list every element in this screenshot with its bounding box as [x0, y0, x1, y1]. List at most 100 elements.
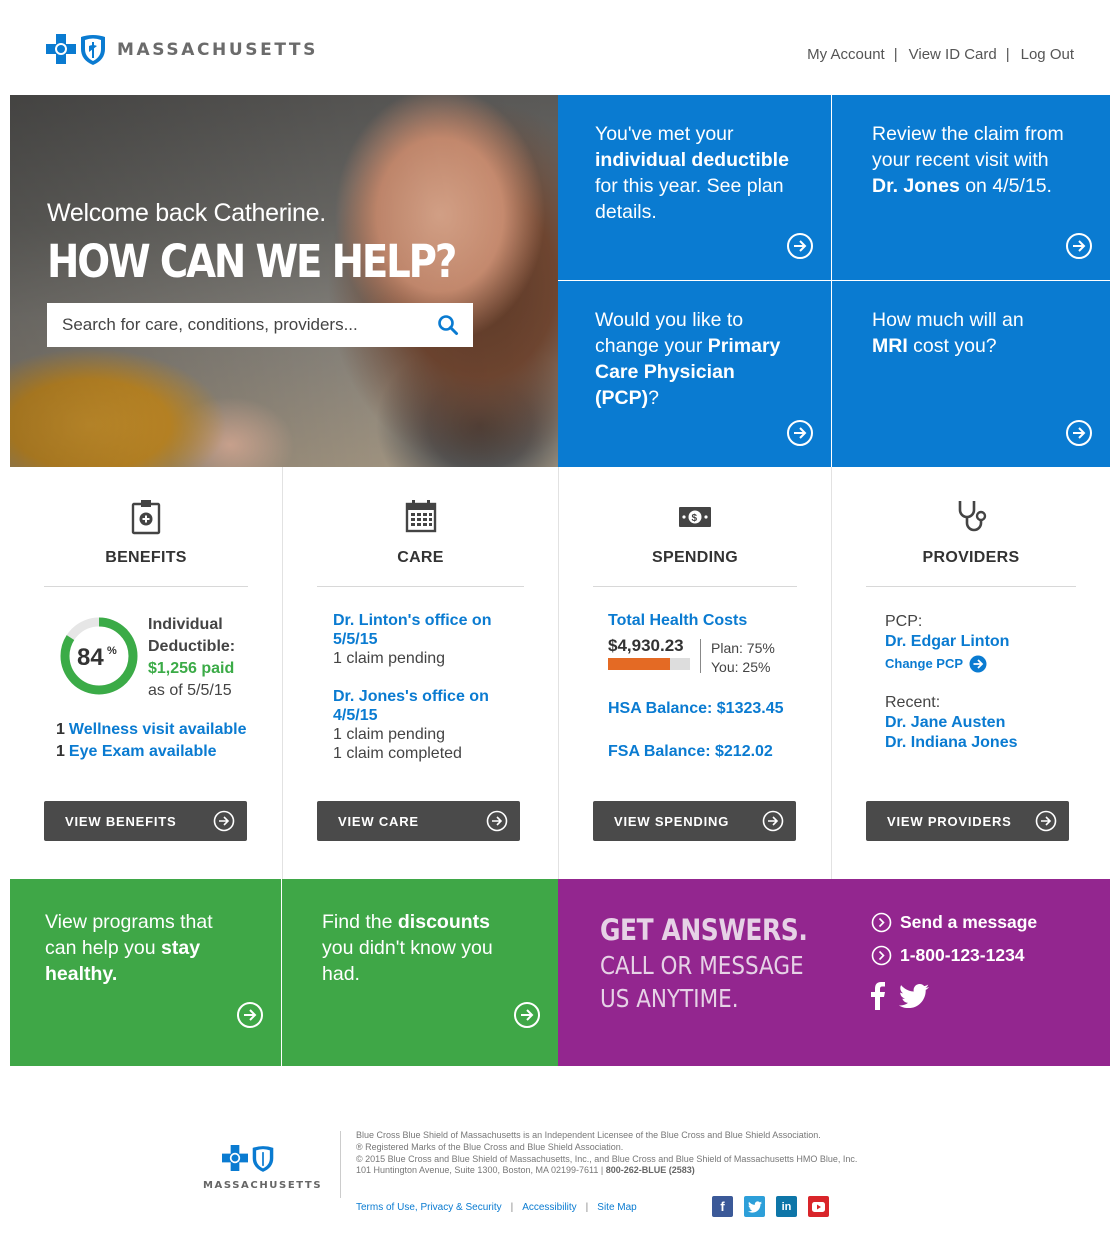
arrow-circle-icon[interactable]	[786, 419, 814, 447]
site-map-link[interactable]: Site Map	[597, 1202, 636, 1213]
search-icon[interactable]	[437, 314, 459, 336]
arrow-circle-icon[interactable]	[786, 232, 814, 260]
twitter-icon[interactable]	[744, 1196, 765, 1217]
available-services: 1 Wellness visit available 1 Eye Exam avai…	[56, 719, 246, 763]
nav-separator: |	[893, 46, 898, 63]
divider	[700, 639, 701, 673]
percent-sign: %	[107, 645, 117, 657]
view-spending-button[interactable]: VIEW SPENDING	[593, 801, 796, 841]
deductible-tile[interactable]: You've met your individual deductible fo…	[558, 95, 831, 280]
my-account-link[interactable]: My Account	[807, 46, 885, 63]
youtube-icon[interactable]	[808, 1196, 829, 1217]
recent-provider-link[interactable]: Dr. Jane Austen	[885, 713, 1017, 733]
fsa-balance-link[interactable]: FSA Balance: $212.02	[608, 743, 773, 761]
care-office-date[interactable]: 4/5/15	[333, 706, 491, 725]
care-office-date[interactable]: 5/5/15	[333, 630, 491, 649]
deductible-progress-ring: 84 %	[60, 617, 138, 695]
tile-bold-text: MRI	[872, 335, 908, 357]
total-health-costs-link[interactable]: Total Health Costs	[608, 612, 747, 630]
bcbs-logo[interactable]: MASSACHUSETTS	[46, 34, 318, 66]
send-message-link[interactable]: Send a message	[871, 912, 1037, 933]
twitter-icon[interactable]	[899, 984, 929, 1008]
healthy-programs-tile[interactable]: View programs that can help you stay hea…	[10, 879, 281, 1066]
arrow-circle-icon[interactable]	[236, 1001, 264, 1029]
deductible-paid: $1,256 paid	[148, 660, 235, 677]
facebook-icon[interactable]: f	[712, 1196, 733, 1217]
top-nav: My Account | View ID Card | Log Out	[807, 46, 1074, 63]
linkedin-icon[interactable]: in	[776, 1196, 797, 1217]
tile-text: for this year. See plan details.	[595, 175, 784, 223]
tile-bold-text: Dr. Jones	[872, 175, 960, 197]
search-input[interactable]	[47, 315, 417, 335]
footer-social-links: f in	[712, 1196, 829, 1217]
care-office-link[interactable]: Dr. Linton's office on	[333, 611, 491, 630]
clipboard-medical-icon	[131, 500, 161, 535]
blue-cross-icon	[46, 34, 76, 64]
blue-cross-icon	[221, 1145, 248, 1171]
review-claim-tile[interactable]: Review the claim from your recent visit …	[832, 95, 1110, 280]
discounts-tile[interactable]: Find the discounts you didn't know you h…	[282, 879, 558, 1066]
footer-logo[interactable]: MASSACHUSETTS	[203, 1145, 323, 1191]
eye-exam-link[interactable]: Eye Exam available	[69, 743, 217, 760]
promo-text: Find the	[322, 911, 398, 933]
accessibility-link[interactable]: Accessibility	[522, 1202, 576, 1213]
arrow-circle-icon[interactable]	[1065, 419, 1093, 447]
hsa-balance-link[interactable]: HSA Balance: $1323.45	[608, 700, 784, 718]
footer-links: Terms of Use, Privacy & Security | Accessi…	[356, 1202, 637, 1213]
spending-title: SPENDING	[652, 549, 738, 566]
button-label: VIEW CARE	[338, 813, 419, 829]
calendar-icon	[405, 500, 436, 533]
deductible-percent: 84	[77, 644, 104, 671]
arrow-circle-icon	[486, 810, 508, 832]
arrow-circle-icon	[213, 810, 235, 832]
phone-number: 1-800-123-1234	[900, 945, 1025, 965]
phone-link[interactable]: 1-800-123-1234	[871, 945, 1025, 966]
benefits-card: BENEFITS 84 % Individual Deductible: $1,…	[10, 467, 282, 879]
pcp-label: PCP:	[885, 613, 923, 630]
svg-text:$: $	[692, 513, 698, 524]
cost-share: Plan: 75% You: 25%	[711, 639, 775, 677]
arrow-circle-icon[interactable]	[513, 1001, 541, 1029]
claim-status: 1 claim pending	[333, 650, 446, 667]
address: 101 Huntington Avenue, Suite 1300, Bosto…	[356, 1165, 606, 1176]
tile-text: You've met your	[595, 123, 734, 145]
recent-provider-link[interactable]: Dr. Indiana Jones	[885, 733, 1017, 753]
spending-card: $ SPENDING Total Health Costs $4,930.23 …	[558, 467, 831, 879]
claim-status: 1 claim pending	[333, 726, 446, 743]
tile-text: How much will an	[872, 309, 1024, 331]
terms-privacy-link[interactable]: Terms of Use, Privacy & Security	[356, 1202, 502, 1213]
care-office-link[interactable]: Dr. Jones's office on	[333, 687, 491, 706]
view-care-button[interactable]: VIEW CARE	[317, 801, 520, 841]
button-label: VIEW PROVIDERS	[887, 813, 1012, 829]
view-benefits-button[interactable]: VIEW BENEFITS	[44, 801, 247, 841]
log-out-link[interactable]: Log Out	[1021, 46, 1074, 63]
list-item: 1 Wellness visit available	[56, 719, 246, 741]
change-pcp-link[interactable]: Change PCP	[885, 654, 1017, 674]
arrow-circle-icon[interactable]	[1065, 232, 1093, 260]
wellness-visit-link[interactable]: Wellness visit available	[69, 721, 247, 738]
arrow-circle-filled-icon	[969, 655, 987, 673]
mri-cost-tile[interactable]: How much will an MRI cost you?	[832, 281, 1110, 467]
divider	[44, 586, 248, 587]
plan-share-fill	[608, 658, 670, 670]
deductible-label: Individual	[148, 616, 223, 633]
legal-text: Blue Cross Blue Shield of Massachusetts …	[356, 1130, 857, 1177]
service-count: 1	[56, 721, 65, 738]
legal-line: Blue Cross Blue Shield of Massachusetts …	[356, 1130, 821, 1140]
link-separator: |	[585, 1202, 589, 1213]
total-amount: $4,930.23	[608, 636, 684, 655]
tile-bold-text: individual deductible	[595, 149, 789, 171]
view-id-card-link[interactable]: View ID Card	[909, 46, 997, 63]
get-answers-line: CALL OR MESSAGE	[600, 951, 804, 980]
provider-list: PCP: Dr. Edgar Linton Change PCP Recent:…	[885, 612, 1017, 753]
promo-text: you didn't know you had.	[322, 937, 493, 985]
arrow-circle-icon	[871, 912, 892, 933]
legal-line: © 2015 Blue Cross and Blue Shield of Mas…	[356, 1153, 858, 1164]
cost-share-bar	[608, 658, 690, 670]
view-providers-button[interactable]: VIEW PROVIDERS	[866, 801, 1069, 841]
change-pcp-tile[interactable]: Would you like to change your Primary Ca…	[558, 281, 831, 467]
facebook-icon[interactable]	[871, 982, 885, 1010]
get-answers-panel: GET ANSWERS. CALL OR MESSAGE US ANYTIME.…	[558, 879, 1110, 1066]
pcp-name-link[interactable]: Dr. Edgar Linton	[885, 632, 1017, 652]
welcome-message: Welcome back Catherine.	[47, 199, 326, 227]
